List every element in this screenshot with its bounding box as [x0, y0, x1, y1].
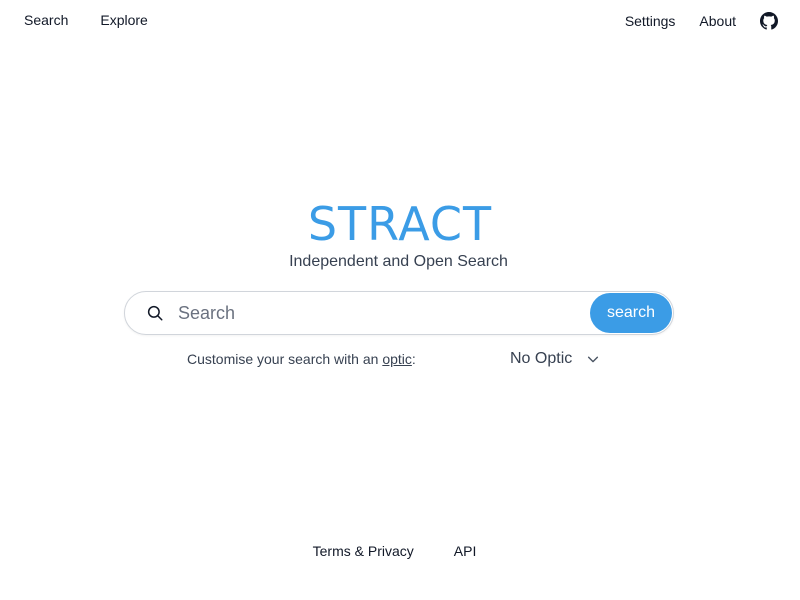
optic-link[interactable]: optic — [382, 351, 412, 367]
optic-dropdown[interactable]: No Optic — [510, 350, 600, 368]
search-form: search — [124, 291, 674, 335]
nav-settings-link[interactable]: Settings — [625, 10, 676, 30]
github-icon[interactable] — [760, 11, 778, 30]
tagline: Independent and Open Search — [289, 253, 508, 270]
stract-logo: STRACT — [0, 196, 800, 252]
search-icon — [146, 304, 164, 322]
optic-suffix: : — [411, 351, 416, 367]
footer-terms-privacy-link[interactable]: Terms & Privacy — [313, 541, 414, 560]
search-input[interactable] — [178, 302, 590, 324]
optic-label: Customise your search with an optic: — [187, 351, 416, 367]
nav-about-link[interactable]: About — [699, 10, 736, 30]
footer-api-link[interactable]: API — [454, 541, 477, 560]
search-button[interactable]: search — [590, 293, 672, 333]
chevron-down-icon — [586, 352, 600, 366]
logo-text: STRACT — [307, 197, 493, 251]
nav-explore-link[interactable]: Explore — [100, 10, 147, 29]
optic-prefix: Customise your search with an — [187, 351, 383, 367]
top-nav-right: Settings About — [625, 10, 778, 30]
optic-row: Customise your search with an optic: No … — [187, 350, 607, 372]
optic-selected-value: No Optic — [510, 350, 573, 367]
nav-search-link[interactable]: Search — [24, 10, 68, 29]
top-nav-left: Search Explore — [24, 10, 148, 29]
footer: Terms & Privacy API — [0, 541, 789, 560]
page: Search Explore Settings About STRACT Ind… — [0, 0, 800, 600]
